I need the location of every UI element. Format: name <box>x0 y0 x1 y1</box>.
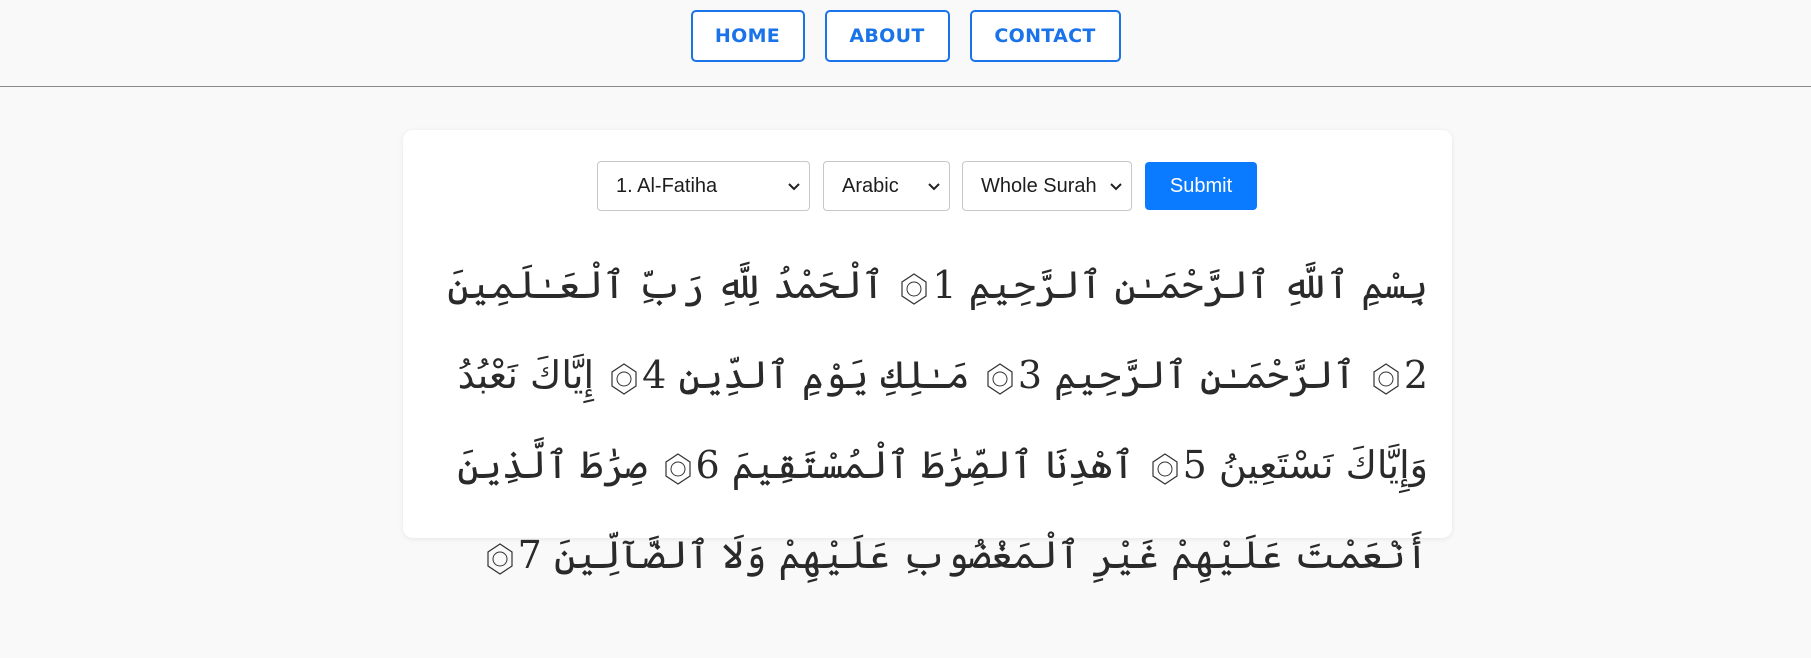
verse-number: 5 <box>1182 443 1207 487</box>
ayah-marker-icon <box>1151 452 1178 485</box>
verse-3: ٱلرَّحْمَـٰنِ ٱلرَّحِيمِ 3 <box>982 353 1356 397</box>
ayah-marker-icon <box>1373 362 1399 395</box>
surah-card: 1. Al-Fatiha Arabic Whole Surah Submit ب… <box>403 130 1452 577</box>
chevron-down-icon <box>1110 183 1122 191</box>
verse-text: مَـٰلِكِ يَوْمِ ٱلدِّينِ <box>678 353 970 397</box>
verse-number: 3 <box>1017 353 1043 397</box>
contact-button[interactable]: CONTACT <box>969 10 1121 62</box>
verse-text: ٱلْحَمْدُ لِلَّهِ رَبِّ ٱلْعَـٰلَمِينَ <box>447 263 885 307</box>
surah-select-value: 1. Al-Fatiha <box>616 174 718 197</box>
range-select[interactable]: Whole Surah <box>962 161 1132 211</box>
verse-number: 6 <box>695 443 720 487</box>
ayah-marker-icon <box>987 362 1013 395</box>
verse-1: بِسْمِ ٱللَّهِ ٱلرَّحْمَـٰنِ ٱلرَّحِيمِ … <box>896 263 1428 307</box>
verse-number: 1 <box>932 263 957 307</box>
ayah-marker-icon <box>664 452 691 485</box>
range-select-value: Whole Surah <box>981 174 1097 197</box>
language-select[interactable]: Arabic <box>823 161 950 211</box>
submit-button[interactable]: Submit <box>1145 162 1257 210</box>
ayah-marker-icon <box>901 272 928 305</box>
chevron-down-icon <box>928 183 940 191</box>
verse-6: ٱهْدِنَا ٱلصِّرَٰطَ ٱلْمُسْتَقِيمَ 6 <box>660 443 1135 487</box>
verse-text: ٱهْدِنَا ٱلصِّرَٰطَ ٱلْمُسْتَقِيمَ <box>731 443 1135 487</box>
verse-number: 7 <box>517 533 542 577</box>
surah-select[interactable]: 1. Al-Fatiha <box>597 161 810 211</box>
home-button[interactable]: HOME <box>690 10 805 62</box>
language-select-value: Arabic <box>842 174 899 197</box>
about-button[interactable]: ABOUT <box>824 10 950 62</box>
chevron-down-icon <box>788 183 800 191</box>
verse-number: 2 <box>1403 353 1428 397</box>
verses-text: بِسْمِ ٱللَّهِ ٱلرَّحْمَـٰنِ ٱلرَّحِيمِ … <box>428 240 1428 600</box>
top-navigation: HOME ABOUT CONTACT <box>0 0 1811 87</box>
verse-4: مَـٰلِكِ يَوْمِ ٱلدِّينِ 4 <box>606 353 970 397</box>
verse-text: بِسْمِ ٱللَّهِ ٱلرَّحْمَـٰنِ ٱلرَّحِيمِ <box>968 263 1428 307</box>
verse-text: ٱلرَّحْمَـٰنِ ٱلرَّحِيمِ <box>1054 353 1356 397</box>
ayah-marker-icon <box>487 542 513 575</box>
ayah-marker-icon <box>611 362 637 395</box>
verse-number: 4 <box>642 353 667 397</box>
surah-controls: 1. Al-Fatiha Arabic Whole Surah Submit <box>597 161 1257 211</box>
